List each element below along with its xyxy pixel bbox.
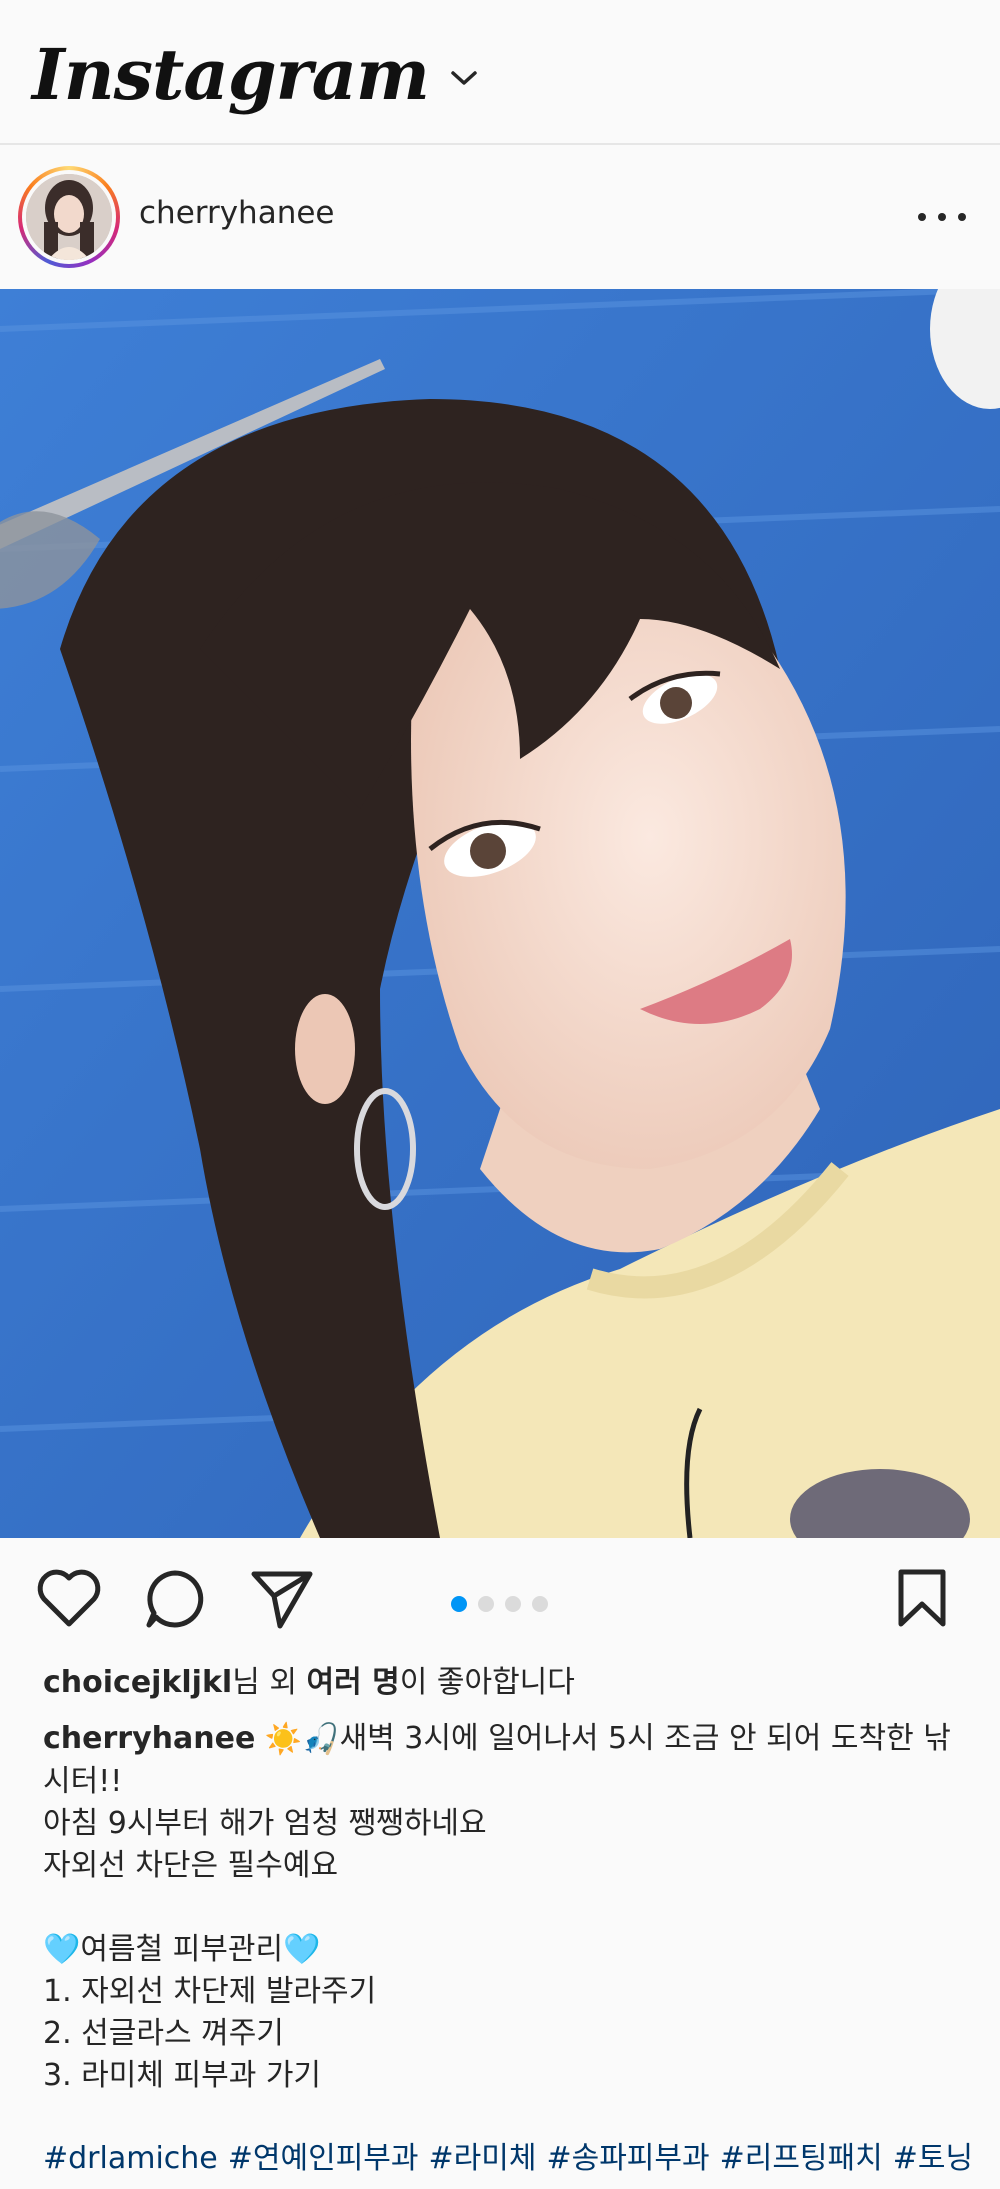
hashtags-line: #drlamiche #연예인피부과 #라미체 #송파피부과 #리프팅패치 #토닝 — [43, 2138, 983, 2180]
post-username[interactable]: cherryhanee — [139, 195, 335, 231]
hashtag-link[interactable]: #리프팅패치 — [720, 2141, 883, 2176]
paper-plane-icon[interactable] — [250, 1568, 314, 1630]
likes-line: choicejkljkl님 외 여러 명이 좋아합니다 — [43, 1665, 575, 1700]
comment-icon[interactable] — [144, 1568, 206, 1630]
others-link[interactable]: 여러 명 — [306, 1665, 399, 1700]
story-ring[interactable] — [18, 166, 120, 268]
more-options-button[interactable] — [912, 197, 972, 237]
hashtag-link[interactable]: #연예인피부과 — [228, 2141, 419, 2176]
more-horizontal-icon — [918, 213, 926, 221]
account-switcher[interactable]: Instagram — [32, 24, 479, 124]
carousel-dot — [505, 1596, 521, 1612]
hashtag-link[interactable]: #토닝 — [893, 2141, 973, 2176]
top-app-bar: Instagram — [0, 0, 1000, 145]
sun-emoji-icon: ☀️ — [264, 1721, 303, 1757]
heart-icon[interactable] — [36, 1568, 102, 1628]
avatar-image — [26, 174, 112, 260]
post-actions — [0, 1538, 1000, 1668]
bookmark-icon[interactable] — [896, 1568, 948, 1628]
liker-username[interactable]: choicejkljkl — [43, 1665, 232, 1700]
post-photo[interactable] — [0, 289, 1000, 1538]
chevron-down-icon — [451, 71, 477, 85]
avatar — [26, 174, 112, 260]
hashtag-link[interactable]: #라미체 — [429, 2141, 537, 2176]
fishing-pole-emoji-icon: 🎣 — [302, 1721, 340, 1757]
post-header: cherryhanee — [0, 147, 1000, 289]
hashtag-link[interactable]: #drlamiche — [43, 2141, 218, 2176]
caption: cherryhanee ☀️🎣새벽 3시에 일어나서 5시 조금 안 되어 도착… — [43, 1718, 983, 2097]
light-blue-heart-icon: 🩵 — [43, 1932, 81, 1967]
caption-username[interactable]: cherryhanee — [43, 1721, 255, 1756]
carousel-indicator — [451, 1596, 548, 1612]
carousel-dot — [478, 1596, 494, 1612]
instagram-logo: Instagram — [32, 32, 430, 116]
light-blue-heart-icon: 🩵 — [283, 1932, 321, 1967]
carousel-dot — [451, 1596, 467, 1612]
post-image — [0, 289, 1000, 1538]
hashtag-link[interactable]: #송파피부과 — [546, 2141, 709, 2176]
carousel-dot — [532, 1596, 548, 1612]
